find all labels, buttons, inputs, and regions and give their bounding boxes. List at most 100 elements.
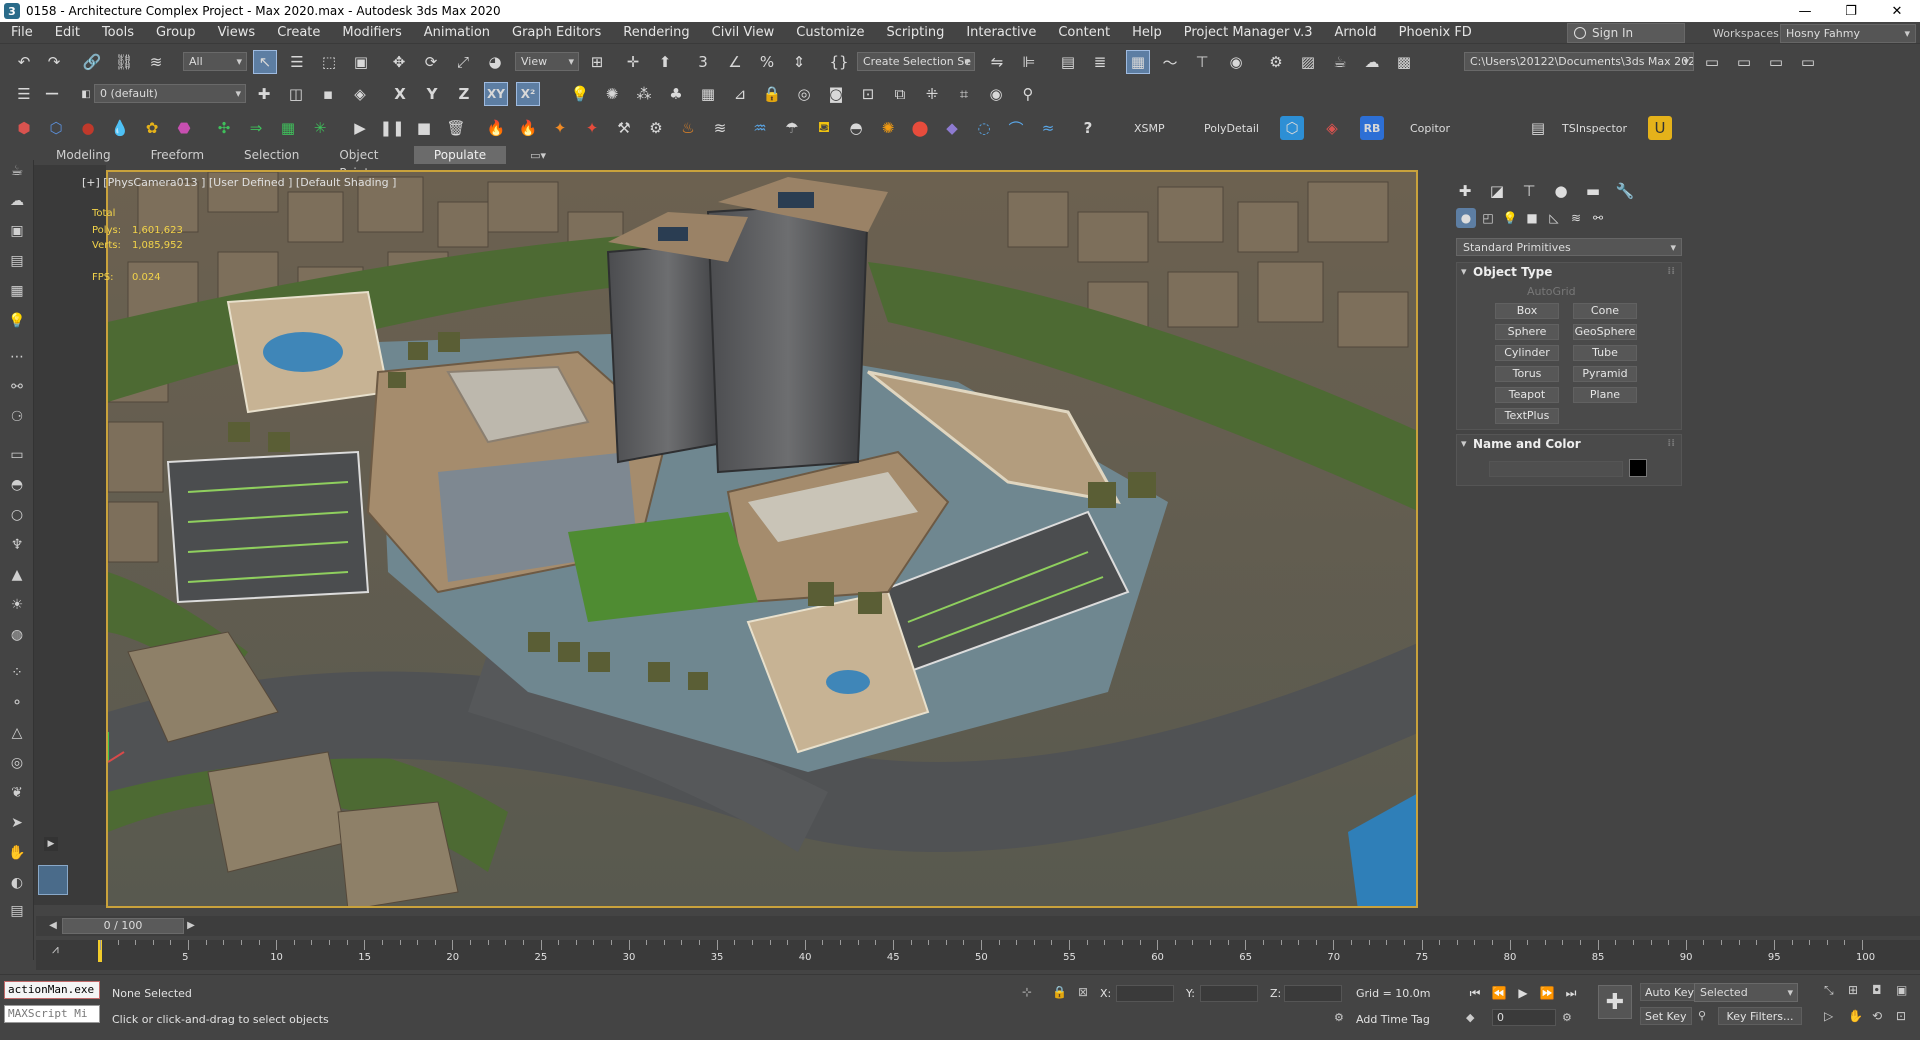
goto-end-icon[interactable]: ⏭	[1562, 984, 1580, 1002]
teapot-icon[interactable]: ☕	[6, 160, 28, 182]
sun-tool-icon[interactable]: ☀	[6, 594, 28, 616]
help-icon[interactable]: ?	[1076, 116, 1100, 140]
arrow-tool-icon[interactable]: ➤	[6, 812, 28, 834]
burst-green-icon[interactable]: ✳	[308, 116, 332, 140]
light-icon[interactable]: 💡	[568, 82, 592, 106]
lights-icon[interactable]: 💡	[1500, 208, 1520, 228]
autogrid-checkbox[interactable]: AutoGrid	[1527, 285, 1576, 298]
menu-content[interactable]: Content	[1047, 25, 1121, 40]
y-coord-field[interactable]	[1200, 985, 1258, 1002]
tab-modeling[interactable]: Modeling	[36, 146, 131, 164]
redo-icon[interactable]: ↷	[42, 50, 66, 74]
film-icon[interactable]: ⚆	[6, 406, 28, 428]
flame-icon[interactable]: ♨	[676, 116, 700, 140]
hierarchy-icon[interactable]: ⁜	[920, 82, 944, 106]
hierarchy-tab-icon[interactable]: ⊤	[1518, 180, 1540, 202]
add-time-tag-button[interactable]: Add Time Tag	[1356, 1013, 1430, 1026]
toggle-scene-explorer-icon[interactable]: ☰	[12, 82, 36, 106]
menu-animation[interactable]: Animation	[413, 25, 501, 40]
geosphere-button[interactable]: GeoSphere	[1573, 324, 1637, 340]
set-key-big-button[interactable]: ✚	[1598, 985, 1632, 1019]
red-ball-icon[interactable]: ⬤	[908, 116, 932, 140]
keyboard-shortcut-icon[interactable]: ⬆	[653, 50, 677, 74]
fire-icon[interactable]: 🔥	[484, 116, 508, 140]
orbit-view-icon[interactable]: ⟲	[1872, 1009, 1882, 1023]
object-name-field[interactable]	[1489, 461, 1623, 477]
menu-project-manager[interactable]: Project Manager v.3	[1173, 25, 1324, 40]
project-path-dropdown[interactable]: C:\Users\20122\Documents\3ds Max 2020	[1464, 52, 1694, 71]
modify-tab-icon[interactable]: ◪	[1486, 180, 1508, 202]
expand-arrow-icon[interactable]: ▶	[44, 837, 58, 851]
list-icon[interactable]: ▤	[6, 250, 28, 272]
curve-editor-icon[interactable]: 〜	[1158, 50, 1182, 74]
crop-icon[interactable]: ⌗	[952, 82, 976, 106]
render-iterative-icon[interactable]: ▩	[1392, 50, 1416, 74]
maximize-viewport-icon[interactable]: ⊡	[1896, 1009, 1906, 1023]
teapot-button[interactable]: Teapot	[1495, 387, 1559, 403]
z-coord-field[interactable]	[1284, 985, 1342, 1002]
inspector-icon[interactable]: ▤	[1526, 116, 1550, 140]
layer-explorer-icon[interactable]: ≣	[1088, 50, 1112, 74]
selection-lock-icon[interactable]: 🔒	[1052, 985, 1067, 999]
sphere-button[interactable]: Sphere	[1495, 324, 1559, 340]
layer-dropdown[interactable]: 0 (default)	[94, 84, 246, 103]
pause-icon[interactable]: ❚❚	[379, 116, 404, 140]
menu-file[interactable]: File	[0, 25, 44, 40]
cone-icon[interactable]: ▲	[6, 564, 28, 586]
sign-in-button[interactable]: Sign In	[1567, 23, 1685, 43]
menu-modifiers[interactable]: Modifiers	[331, 25, 412, 40]
dome-icon[interactable]: ◓	[6, 474, 28, 496]
fire-4-icon[interactable]: ✦	[580, 116, 604, 140]
menu-edit[interactable]: Edit	[44, 25, 91, 40]
zoom-all-icon[interactable]: ⊞	[1848, 983, 1858, 997]
menu-help[interactable]: Help	[1121, 25, 1173, 40]
lock-icon[interactable]: 🔒	[760, 82, 784, 106]
create-tab-icon[interactable]: ✚	[1454, 180, 1476, 202]
scale-icon[interactable]: ⤢	[451, 50, 475, 74]
swirl-icon[interactable]: ◌	[972, 116, 996, 140]
time-slider-handle[interactable]: 0 / 100	[62, 918, 184, 934]
tool-a-icon[interactable]: ⚒	[612, 116, 636, 140]
ocean-icon[interactable]: ≈	[1036, 116, 1060, 140]
percent-snap-icon[interactable]: %	[755, 50, 779, 74]
spacewarps-icon[interactable]: ≋	[1566, 208, 1586, 228]
render-cloud-icon[interactable]: ☁	[1360, 50, 1384, 74]
xsmp-button[interactable]: XSMP	[1134, 122, 1165, 135]
menu-rendering[interactable]: Rendering	[612, 25, 700, 40]
viewport-label[interactable]: [+] [PhysCamera013 ] [User Defined ] [De…	[82, 176, 396, 189]
torus-button[interactable]: Torus	[1495, 366, 1559, 382]
wind-icon[interactable]: ☂	[780, 116, 804, 140]
cylinder-button[interactable]: Cylinder	[1495, 345, 1559, 361]
play-animation-icon[interactable]: ▶	[1514, 984, 1532, 1002]
primitive-category-dropdown[interactable]: Standard Primitives	[1456, 238, 1682, 256]
key-mode-toggle-icon[interactable]: ◆	[1466, 1011, 1474, 1024]
purple-icon[interactable]: ◆	[940, 116, 964, 140]
workspaces-dropdown[interactable]: Hosny Fahmy	[1780, 24, 1916, 43]
goto-start-icon[interactable]: ⏮	[1466, 984, 1484, 1002]
bowl-tool-icon[interactable]: ♆	[6, 534, 28, 556]
menu-interactive[interactable]: Interactive	[955, 25, 1047, 40]
prev-frame-icon[interactable]: ⏪	[1490, 984, 1508, 1002]
project-set-icon[interactable]: ▭	[1764, 50, 1788, 74]
undo-icon[interactable]: ↶	[12, 50, 36, 74]
path-icon[interactable]: ⋯	[6, 346, 28, 368]
set-key-button[interactable]: Set Key	[1640, 1007, 1692, 1025]
unlink-icon[interactable]: ⛓	[112, 50, 136, 74]
align-icon[interactable]: ⊫	[1017, 50, 1041, 74]
menu-graph-editors[interactable]: Graph Editors	[501, 25, 612, 40]
panel-icon[interactable]: ▭	[6, 444, 28, 466]
box-button[interactable]: Box	[1495, 303, 1559, 319]
edit-named-selection-icon[interactable]: {}	[827, 50, 851, 74]
layer-manager-icon[interactable]: ◈	[348, 82, 372, 106]
lightbulb-icon[interactable]: 💡	[6, 310, 28, 332]
snap-toggle-icon[interactable]: 3	[691, 50, 715, 74]
rotate-icon[interactable]: ⟳	[419, 50, 443, 74]
next-frame-icon[interactable]: ⏩	[1538, 984, 1556, 1002]
project-new-icon[interactable]: ▭	[1796, 50, 1820, 74]
stop-icon[interactable]: ■	[412, 116, 436, 140]
fire-3-icon[interactable]: ✦	[548, 116, 572, 140]
material-editor-icon[interactable]: ◉	[1224, 50, 1248, 74]
move-icon[interactable]: ✥	[387, 50, 411, 74]
orbit-icon[interactable]: ◎	[792, 82, 816, 106]
hand-icon[interactable]: ✋	[6, 842, 28, 864]
